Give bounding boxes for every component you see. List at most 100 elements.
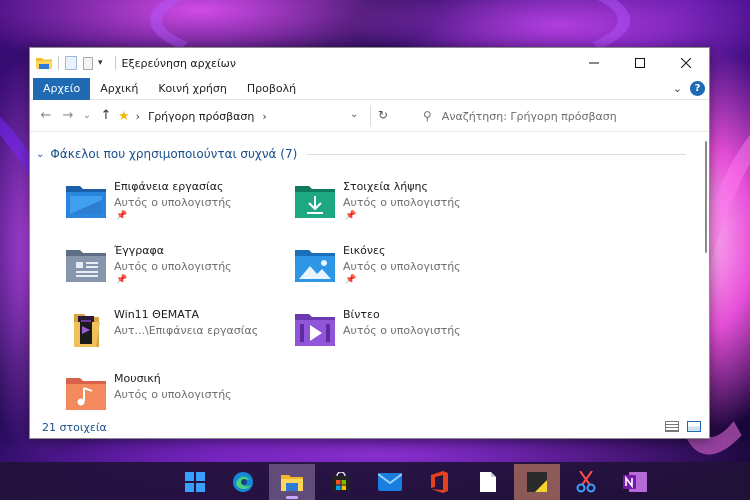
up-icon[interactable]: ↑ — [95, 108, 117, 123]
breadcrumb-chevron-icon[interactable]: › — [136, 110, 140, 123]
pin-icon[interactable]: 📌 — [116, 211, 127, 221]
videos-folder-icon — [295, 314, 335, 346]
taskbar-start[interactable] — [172, 464, 218, 500]
title-separator — [58, 56, 59, 70]
group-title: Φάκελοι που χρησιμοποιούνται συχνά (7) — [50, 147, 298, 161]
back-icon[interactable]: ← — [35, 108, 57, 123]
taskbar — [0, 462, 750, 500]
folder-tile-pictures[interactable]: Εικόνες Αυτός ο υπολογιστής 📌 — [293, 244, 513, 300]
scroll-thumb[interactable] — [705, 141, 707, 253]
folder-name: Έγγραφα — [114, 244, 164, 257]
file-explorer-icon — [281, 475, 303, 491]
taskbar-store[interactable] — [318, 464, 364, 500]
music-folder-icon — [66, 378, 106, 410]
item-count: 21 στοιχεία — [42, 420, 107, 434]
minimize-icon — [589, 62, 599, 64]
title-bar: ▾ Εξερεύνηση αρχείων — [30, 48, 709, 78]
pin-icon[interactable]: 📌 — [345, 211, 356, 221]
breadcrumb-chevron-icon[interactable]: › — [262, 110, 266, 123]
tab-view[interactable]: Προβολή — [237, 78, 306, 100]
notepad-icon — [480, 472, 496, 492]
chevron-down-icon: ⌄ — [36, 148, 45, 160]
vertical-scrollbar[interactable] — [704, 141, 708, 401]
group-divider — [307, 153, 686, 155]
folder-name: Επιφάνεια εργασίας — [114, 180, 224, 193]
folder-location: Αυτός ο υπολογιστής — [114, 260, 232, 273]
breadcrumb[interactable]: Γρήγορη πρόσβαση — [148, 110, 254, 123]
search-input[interactable]: ⚲ Αναζήτηση: Γρήγορη πρόσβαση — [423, 104, 705, 128]
file-explorer-window: ▾ Εξερεύνηση αρχείων Αρχείο Αρχική Κοινή… — [29, 47, 710, 439]
properties-quick-icon[interactable] — [65, 56, 77, 70]
title-separator — [114, 56, 116, 70]
pin-icon[interactable]: 📌 — [116, 275, 127, 285]
ribbon-tabs: Αρχείο Αρχική Κοινή χρήση Προβολή ⌄ ? — [30, 77, 709, 100]
expand-ribbon-icon[interactable]: ⌄ — [673, 82, 682, 95]
office-icon — [431, 471, 448, 493]
taskbar-onenote[interactable] — [612, 464, 658, 500]
folder-location: Αυτός ο υπολογιστής — [343, 196, 461, 209]
search-icon: ⚲ — [423, 109, 432, 123]
forward-icon[interactable]: → — [57, 108, 79, 123]
folder-location: Αυτός ο υπολογιστής — [114, 388, 232, 401]
pin-icon[interactable]: 📌 — [345, 275, 356, 285]
taskbar-mail[interactable] — [367, 464, 413, 500]
folder-tile-videos[interactable]: Βίντεο Αυτός ο υπολογιστής — [293, 308, 513, 364]
frequent-folders-header[interactable]: ⌄ Φάκελοι που χρησιμοποιούνται συχνά (7) — [36, 147, 686, 161]
tab-share[interactable]: Κοινή χρήση — [148, 78, 237, 100]
active-indicator — [286, 496, 298, 499]
search-placeholder: Αναζήτηση: Γρήγορη πρόσβαση — [441, 109, 617, 123]
taskbar-office[interactable] — [416, 464, 462, 500]
folder-location: Αυτός ο υπολογιστής — [114, 196, 232, 209]
status-bar: 21 στοιχεία — [30, 416, 709, 438]
minimize-button[interactable] — [571, 48, 617, 78]
downloads-folder-icon — [295, 186, 335, 218]
folder-name: Μουσική — [114, 372, 161, 385]
snipping-tool-icon — [576, 471, 596, 493]
address-divider — [370, 106, 371, 126]
taskbar-snipping-tool[interactable] — [563, 464, 609, 500]
tab-file[interactable]: Αρχείο — [33, 77, 91, 100]
taskbar-edge[interactable] — [220, 464, 266, 500]
folder-location: Αυτ...\Επιφάνεια εργασίας — [114, 324, 259, 337]
new-folder-quick-icon[interactable] — [83, 56, 93, 70]
taskbar-notepad[interactable] — [465, 464, 511, 500]
folder-location: Αυτός ο υπολογιστής — [343, 324, 461, 337]
store-icon — [332, 472, 350, 491]
folder-name: Εικόνες — [343, 244, 386, 257]
content-pane: ⌄ Φάκελοι που χρησιμοποιούνται συχνά (7)… — [30, 133, 711, 416]
tab-home[interactable]: Αρχική — [90, 78, 148, 100]
large-icons-view-button[interactable] — [687, 421, 701, 432]
details-view-button[interactable] — [665, 421, 679, 432]
start-icon — [185, 472, 205, 492]
close-icon — [681, 58, 691, 68]
onenote-icon — [623, 472, 647, 492]
themes-folder-icon — [74, 314, 100, 347]
folder-app-icon — [36, 58, 52, 69]
quick-access-star-icon: ★ — [118, 108, 130, 124]
navigation-bar: ← → ⌄ ↑ ★ › Γρήγορη πρόσβαση › ⌄ ↻ ⚲ Ανα… — [30, 100, 709, 132]
recent-locations-icon[interactable]: ⌄ — [79, 110, 95, 121]
folder-tile-win11-themes[interactable]: Win11 ΘΕΜΑΤΑ Αυτ...\Επιφάνεια εργασίας — [64, 308, 284, 364]
maximize-icon — [635, 58, 645, 68]
folder-name: Win11 ΘΕΜΑΤΑ — [114, 308, 200, 321]
address-field[interactable]: ★ › Γρήγορη πρόσβαση › — [118, 104, 362, 128]
pictures-folder-icon — [295, 250, 335, 282]
maximize-button[interactable] — [617, 48, 663, 78]
folder-tile-desktop[interactable]: Επιφάνεια εργασίας Αυτός ο υπολογιστής 📌 — [64, 180, 284, 236]
help-icon[interactable]: ? — [690, 81, 705, 96]
refresh-icon[interactable]: ↻ — [378, 108, 388, 122]
documents-folder-icon — [66, 250, 106, 282]
desktop-folder-icon — [66, 186, 106, 218]
folder-name: Στοιχεία λήψης — [343, 180, 428, 193]
folder-tile-downloads[interactable]: Στοιχεία λήψης Αυτός ο υπολογιστής 📌 — [293, 180, 513, 236]
folder-tile-documents[interactable]: Έγγραφα Αυτός ο υπολογιστής 📌 — [64, 244, 284, 300]
close-button[interactable] — [663, 48, 709, 78]
taskbar-file-explorer[interactable] — [269, 464, 315, 500]
folder-location: Αυτός ο υπολογιστής — [343, 260, 461, 273]
address-dropdown-icon[interactable]: ⌄ — [350, 109, 358, 120]
window-title: Εξερεύνηση αρχείων — [121, 56, 237, 70]
sticky-notes-icon — [527, 472, 547, 492]
mail-icon — [378, 473, 402, 491]
customize-quick-access-icon[interactable]: ▾ — [98, 58, 103, 68]
taskbar-sticky-notes[interactable] — [514, 464, 560, 500]
